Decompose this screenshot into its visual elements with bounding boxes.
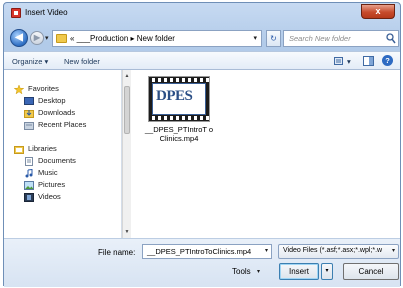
- nav-item-label: Documents: [38, 156, 76, 165]
- title-bar: Insert Video x: [4, 3, 400, 25]
- dialog-title: Insert Video: [25, 8, 68, 17]
- nav-item-label: Libraries: [28, 144, 57, 153]
- command-bar: Organize ▾ New folder ▾ ?: [4, 51, 400, 70]
- file-name-field[interactable]: __DPES_PTIntroToClinics.mp4 ▾: [142, 244, 272, 259]
- refresh-button[interactable]: ↻: [266, 30, 281, 47]
- documents-icon: [25, 157, 33, 166]
- file-name-label: File name:: [98, 248, 136, 257]
- file-item[interactable]: DPES __DPES_PTIntroT oClinics.mp4: [145, 76, 213, 166]
- libraries-icon: [14, 146, 24, 154]
- music-icon: [25, 169, 33, 178]
- pictures-icon: [24, 181, 34, 190]
- recent-places-icon: [24, 122, 34, 130]
- chevron-down-icon[interactable]: ▾: [257, 268, 260, 275]
- address-dropdown-icon[interactable]: ▾: [253, 34, 257, 42]
- organize-menu[interactable]: Organize ▾: [12, 57, 48, 66]
- help-icon[interactable]: ?: [382, 55, 393, 66]
- history-dropdown-icon[interactable]: ▾: [45, 34, 49, 42]
- view-dropdown-icon[interactable]: ▾: [347, 57, 351, 66]
- insert-options-button[interactable]: ▾: [321, 263, 333, 280]
- nav-item-label: Favorites: [28, 84, 59, 93]
- nav-item-label: Downloads: [38, 108, 76, 117]
- file-name-label: __DPES_PTIntroT oClinics.mp4: [144, 125, 214, 143]
- view-options-icon[interactable]: [334, 56, 345, 66]
- desktop-icon: [24, 97, 34, 105]
- search-input[interactable]: Search New folder: [289, 34, 351, 43]
- navigation-pane: Favorites Desktop Downloads Recent Place…: [4, 70, 122, 238]
- new-folder-button[interactable]: New folder: [64, 57, 100, 66]
- back-button[interactable]: ◀: [10, 29, 28, 47]
- scroll-down-icon[interactable]: ▼: [124, 229, 130, 235]
- file-type-value[interactable]: Video Files (*.asf;*.asx;*.wpl;*.w: [283, 247, 382, 254]
- nav-item-label: Pictures: [38, 180, 66, 189]
- chevron-down-icon[interactable]: ▾: [392, 247, 395, 254]
- chevron-down-icon[interactable]: ▾: [265, 247, 268, 254]
- insert-button[interactable]: Insert: [279, 263, 319, 280]
- video-thumbnail: DPES: [148, 76, 210, 122]
- file-name-value[interactable]: __DPES_PTIntroToClinics.mp4: [147, 247, 251, 256]
- nav-item-label: Desktop: [38, 96, 66, 105]
- downloads-icon: [24, 110, 34, 118]
- nav-item-label: Videos: [38, 192, 61, 201]
- close-button[interactable]: x: [361, 4, 395, 19]
- videos-icon: [24, 193, 34, 202]
- scroll-up-icon[interactable]: ▲: [124, 73, 130, 79]
- file-list: DPES __DPES_PTIntroT oClinics.mp4: [132, 70, 400, 238]
- star-icon: [14, 85, 24, 94]
- forward-button[interactable]: ▶: [30, 31, 44, 45]
- tools-menu[interactable]: Tools: [232, 267, 251, 276]
- nav-item-label: Recent Places: [38, 120, 87, 129]
- folder-icon: [56, 34, 67, 43]
- search-icon[interactable]: [386, 33, 396, 44]
- search-box[interactable]: Search New folder: [283, 30, 399, 47]
- cancel-button[interactable]: Cancel: [343, 263, 399, 280]
- navigation-pane-scrollbar[interactable]: ▲ ▼: [122, 70, 131, 238]
- app-icon: [11, 8, 21, 18]
- thumbnail-logo-text: DPES: [156, 88, 193, 104]
- navigation-bar: ◀ ▶ ▾ « ___Production ▸ New folder ▾ ↻ S…: [4, 25, 400, 51]
- address-bar[interactable]: « ___Production ▸ New folder ▾: [52, 30, 262, 47]
- insert-video-dialog: Insert Video x ◀ ▶ ▾ « ___Production ▸ N…: [3, 2, 401, 287]
- dialog-footer: File name: __DPES_PTIntroToClinics.mp4 ▾…: [4, 238, 400, 287]
- browser-body: Favorites Desktop Downloads Recent Place…: [4, 70, 400, 238]
- preview-pane-icon[interactable]: [363, 56, 374, 66]
- file-type-select[interactable]: Video Files (*.asf;*.asx;*.wpl;*.w ▾: [278, 244, 399, 259]
- address-path[interactable]: « ___Production ▸ New folder: [70, 34, 175, 43]
- scrollbar-thumb[interactable]: [124, 86, 130, 134]
- nav-item-label: Music: [38, 168, 58, 177]
